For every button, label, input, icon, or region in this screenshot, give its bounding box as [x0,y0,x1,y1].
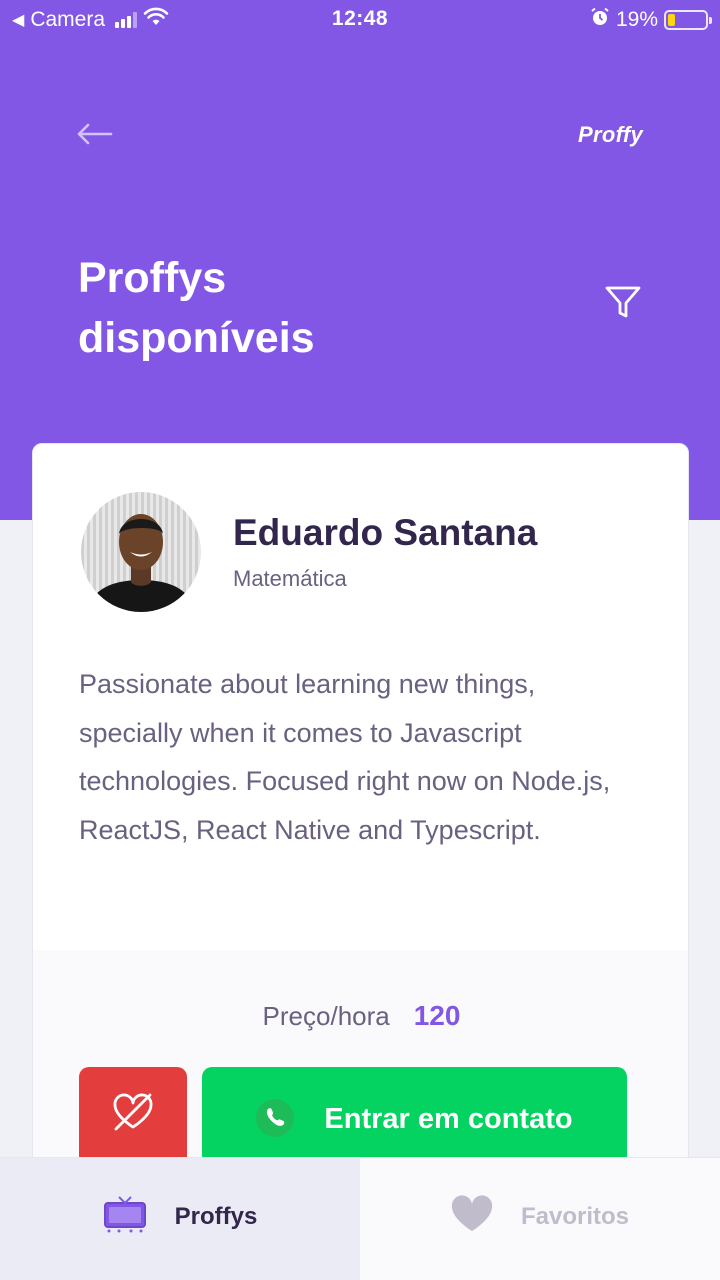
tab-favoritos-label: Favoritos [520,1202,630,1230]
battery-percent: 19% [615,8,658,31]
price-value: 120 [413,1000,461,1031]
whatsapp-icon [256,1099,295,1137]
tv-icon [103,1195,147,1238]
arrow-left-icon [75,122,113,151]
tab-proffys[interactable]: Proffys [0,1158,360,1280]
tab-favoritos[interactable]: Favoritos [360,1158,720,1280]
teacher-card: Eduardo Santana Matemática Passionate ab… [32,443,689,1203]
page-title: Proffys disponíveis [78,248,498,368]
price-label: Preço/hora [262,1001,390,1031]
contact-button-label: Entrar em contato [324,1103,573,1135]
tab-proffys-label: Proffys [174,1202,258,1230]
teacher-subject: Matemática [233,566,347,591]
heart-icon [451,1195,493,1238]
heart-outline-icon [112,1093,154,1136]
battery-level [668,14,675,26]
filter-button[interactable] [600,282,646,328]
back-button[interactable] [74,118,114,154]
filter-icon [604,285,642,326]
avatar [81,492,201,612]
page-title-line2: disponíveis [78,314,315,362]
price-row: Preço/hora 120 [33,1000,688,1032]
proffy-logo: Proffy [578,122,643,147]
alarm-icon [590,7,610,33]
page-title-line1: Proffys [78,254,227,302]
bottom-tab-bar: Proffys Favoritos [0,1157,720,1280]
status-bar: ◀ Camera 12:48 19% [0,0,720,40]
battery-icon [664,10,712,30]
teacher-name: Eduardo Santana [233,512,538,553]
teacher-bio: Passionate about learning new things, sp… [79,669,611,845]
